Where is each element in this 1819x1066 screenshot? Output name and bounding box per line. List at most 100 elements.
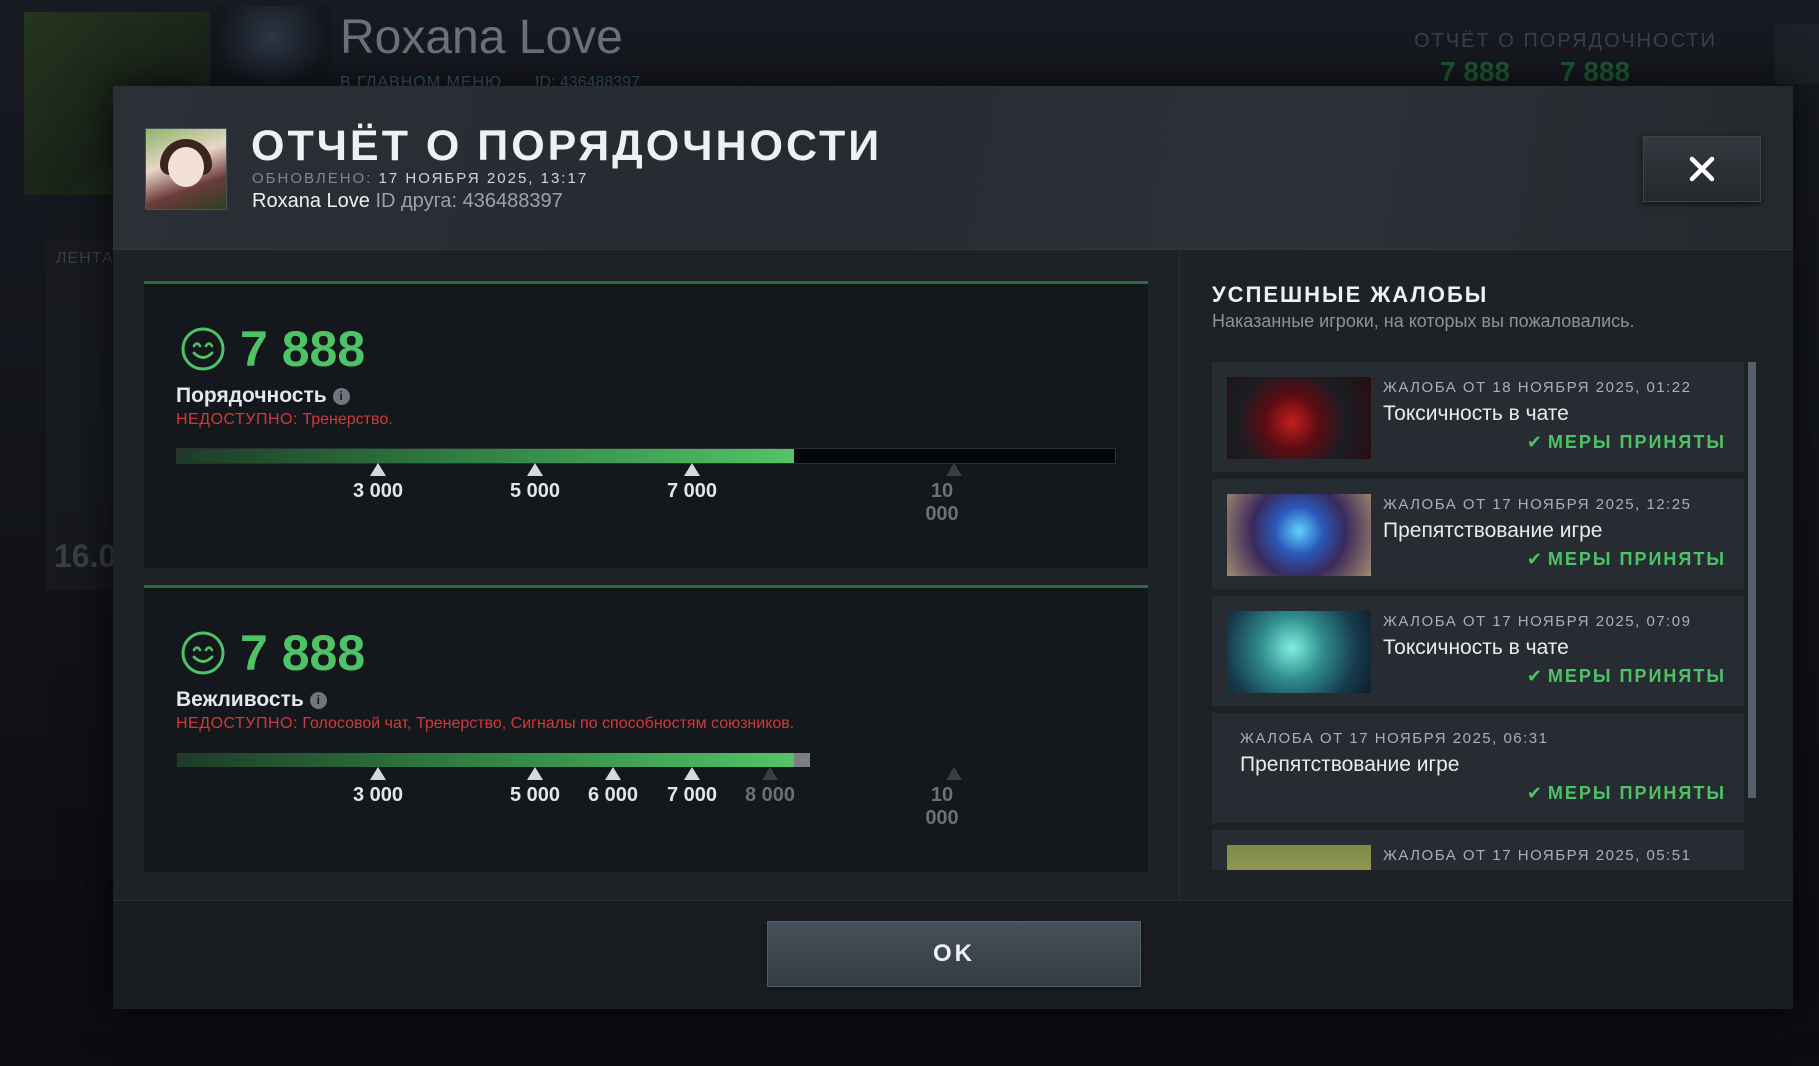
player-info: Roxana Love ID друга: 436488397: [252, 190, 563, 213]
report-date: ЖАЛОБА ОТ 17 НОЯБРЯ 2025, 05:51: [1383, 847, 1692, 864]
background-score-a: 7 888: [1440, 56, 1511, 87]
tick-label: 3 000: [352, 480, 404, 502]
avatar: [145, 128, 227, 210]
report-status-label: МЕРЫ ПРИНЯТЫ: [1547, 666, 1726, 686]
behavior-score: 7 888: [240, 625, 366, 681]
check-icon: ✔: [1526, 783, 1544, 803]
tick-marker: [946, 767, 962, 780]
background-feed-label: ЛЕНТА: [56, 250, 114, 267]
tick-label: 7 000: [666, 784, 718, 806]
conduct-label: Порядочность: [176, 384, 327, 407]
friend-id: 436488397: [462, 190, 563, 212]
tick-label: 10 000: [925, 480, 959, 525]
behavior-score-panel: 7 888 Вежливость i НЕДОСТУПНО: Голосовой …: [144, 585, 1148, 872]
background-report-label: ОТЧЁТ О ПОРЯДОЧНОСТИ: [1414, 30, 1717, 52]
report-item: ЖАЛОБА ОТ 17 НОЯБРЯ 2025, 06:31 Препятст…: [1212, 713, 1744, 823]
report-status-label: МЕРЫ ПРИНЯТЫ: [1547, 783, 1726, 803]
behavior-label: Вежливость: [176, 688, 304, 711]
conduct-progress-bar: [176, 448, 1116, 464]
dialog-footer: OK: [113, 900, 1793, 1009]
report-item: ЖАЛОБА ОТ 17 НОЯБРЯ 2025, 05:51: [1212, 830, 1744, 870]
report-type: Токсичность в чате: [1383, 402, 1569, 425]
reports-title: УСПЕШНЫЕ ЖАЛОБЫ: [1212, 282, 1489, 307]
unavailable-value: Тренерство.: [302, 411, 393, 428]
tick-marker: [605, 767, 621, 780]
unavailable-label: НЕДОСТУПНО:: [176, 715, 298, 732]
smile-icon: [181, 327, 225, 371]
hero-thumbnail: [1227, 845, 1371, 870]
close-icon: [1689, 156, 1715, 182]
hero-thumbnail: [1227, 377, 1371, 459]
hero-thumbnail: [1227, 611, 1371, 693]
tick-marker: [527, 463, 543, 476]
background-right-tab: [1775, 24, 1819, 84]
unavailable-value: Голосовой чат, Тренерство, Сигналы по сп…: [302, 715, 795, 732]
close-button[interactable]: [1643, 136, 1761, 202]
tick-label: 8 000: [744, 784, 796, 806]
conduct-unavailable: НЕДОСТУПНО: Тренерство.: [176, 411, 393, 429]
report-type: Препятствование игре: [1240, 753, 1460, 776]
report-date: ЖАЛОБА ОТ 17 НОЯБРЯ 2025, 07:09: [1383, 613, 1692, 630]
hero-thumbnail: [1227, 494, 1371, 576]
tick-marker: [370, 767, 386, 780]
report-date: ЖАЛОБА ОТ 17 НОЯБРЯ 2025, 06:31: [1240, 730, 1549, 747]
player-name: Roxana Love: [252, 190, 370, 212]
tick-marker: [946, 463, 962, 476]
conduct-progress-fill: [177, 449, 794, 463]
report-type: Токсичность в чате: [1383, 636, 1569, 659]
tick-label: 6 000: [587, 784, 639, 806]
behavior-unavailable: НЕДОСТУПНО: Голосовой чат, Тренерство, С…: [176, 715, 794, 733]
behavior-progress-fill: [177, 753, 794, 767]
tick-label: 5 000: [509, 784, 561, 806]
tick-label: 10 000: [925, 784, 959, 829]
conduct-label-row: Порядочность i: [176, 384, 350, 408]
report-status: ✔ МЕРЫ ПРИНЯТЫ: [1527, 783, 1726, 804]
report-item: ЖАЛОБА ОТ 17 НОЯБРЯ 2025, 12:25 Препятст…: [1212, 479, 1744, 589]
background-side-number: 16.0: [54, 538, 117, 574]
conduct-report-dialog: ОТЧЁТ О ПОРЯДОЧНОСТИ ОБНОВЛЕНО: 17 НОЯБР…: [113, 86, 1793, 1009]
tick-marker: [527, 767, 543, 780]
smile-icon: [181, 631, 225, 675]
check-icon: ✔: [1526, 666, 1544, 686]
column-divider: [1179, 250, 1180, 900]
report-status: ✔ МЕРЫ ПРИНЯТЫ: [1527, 549, 1726, 570]
report-status-label: МЕРЫ ПРИНЯТЫ: [1547, 432, 1726, 452]
reports-subtitle: Наказанные игроки, на которых вы пожалов…: [1212, 311, 1635, 331]
ok-button[interactable]: OK: [767, 921, 1141, 987]
report-status: ✔ МЕРЫ ПРИНЯТЫ: [1527, 432, 1726, 453]
background-player-name: Roxana Love: [340, 11, 623, 64]
report-date: ЖАЛОБА ОТ 18 НОЯБРЯ 2025, 01:22: [1383, 379, 1692, 396]
updated-line: ОБНОВЛЕНО: 17 НОЯБРЯ 2025, 13:17: [252, 170, 588, 187]
check-icon: ✔: [1526, 432, 1544, 452]
tick-marker: [684, 463, 700, 476]
tick-marker: [762, 767, 778, 780]
tick-label: 5 000: [509, 480, 561, 502]
report-type: Препятствование игре: [1383, 519, 1603, 542]
report-item: ЖАЛОБА ОТ 17 НОЯБРЯ 2025, 07:09 Токсично…: [1212, 596, 1744, 706]
tick-label: 3 000: [352, 784, 404, 806]
reports-list[interactable]: ЖАЛОБА ОТ 18 НОЯБРЯ 2025, 01:22 Токсично…: [1212, 362, 1760, 870]
check-icon: ✔: [1526, 549, 1544, 569]
report-status: ✔ МЕРЫ ПРИНЯТЫ: [1527, 666, 1726, 687]
conduct-score: 7 888: [240, 321, 366, 377]
unavailable-label: НЕДОСТУПНО:: [176, 411, 298, 428]
background-score-b: 7 888: [1560, 56, 1631, 87]
behavior-label-row: Вежливость i: [176, 688, 327, 712]
background-rank-badge: [212, 6, 332, 86]
info-icon[interactable]: i: [332, 387, 350, 405]
tick-label: 7 000: [666, 480, 718, 502]
report-date: ЖАЛОБА ОТ 17 НОЯБРЯ 2025, 12:25: [1383, 496, 1692, 513]
reports-scrollbar[interactable]: [1748, 362, 1756, 798]
friend-id-label: ID друга:: [375, 190, 458, 212]
updated-label: ОБНОВЛЕНО:: [252, 170, 373, 187]
report-item: ЖАЛОБА ОТ 18 НОЯБРЯ 2025, 01:22 Токсично…: [1212, 362, 1744, 472]
tick-marker: [370, 463, 386, 476]
updated-value: 17 НОЯБРЯ 2025, 13:17: [378, 170, 589, 187]
info-icon[interactable]: i: [309, 691, 327, 709]
page-title: ОТЧЁТ О ПОРЯДОЧНОСТИ: [251, 122, 883, 170]
tick-marker: [684, 767, 700, 780]
report-status-label: МЕРЫ ПРИНЯТЫ: [1547, 549, 1726, 569]
dialog-header: ОТЧЁТ О ПОРЯДОЧНОСТИ ОБНОВЛЕНО: 17 НОЯБР…: [113, 86, 1793, 250]
behavior-progress-bar: [176, 752, 1116, 768]
conduct-score-panel: 7 888 Порядочность i НЕДОСТУПНО: Тренерст…: [144, 281, 1148, 568]
